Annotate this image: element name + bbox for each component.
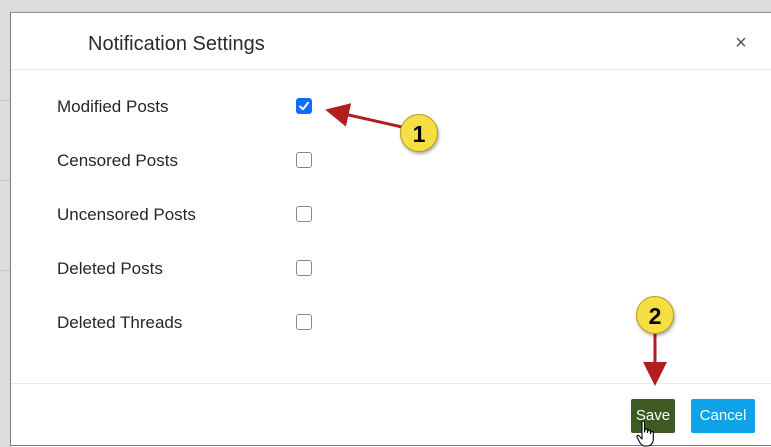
page: Notification Settings × Modified Posts C… xyxy=(0,0,771,447)
annotation-arrow-1 xyxy=(325,103,403,129)
annotation-badge-1: 1 xyxy=(400,114,438,152)
annotation-arrows xyxy=(325,103,667,386)
annotation-badge-2: 2 xyxy=(636,296,674,334)
hand-cursor-icon xyxy=(636,420,654,447)
